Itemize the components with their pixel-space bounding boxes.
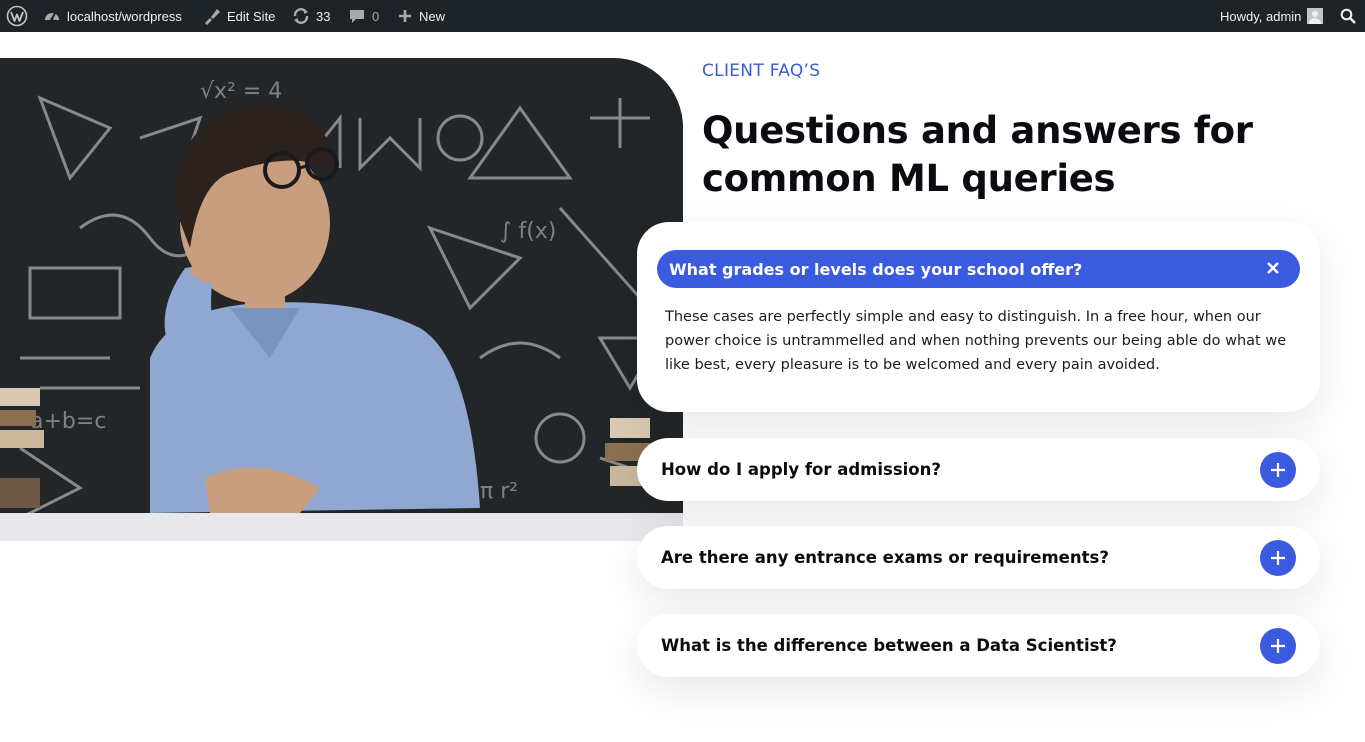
updates-count: 33: [316, 8, 331, 24]
faq-question-active[interactable]: What grades or levels does your school o…: [657, 250, 1300, 288]
svg-text:√x² = 4: √x² = 4: [200, 79, 282, 104]
howdy-label: Howdy, admin: [1220, 8, 1302, 24]
site-name-link[interactable]: localhost/wordpress: [43, 0, 182, 32]
new-label: New: [419, 8, 446, 24]
expand-button[interactable]: [1260, 539, 1296, 576]
updates-link[interactable]: 33: [292, 0, 330, 32]
comments-link[interactable]: 0: [348, 0, 379, 32]
svg-text:π r²: π r²: [480, 479, 518, 504]
plus-icon: [397, 8, 413, 24]
faq-item[interactable]: How do I apply for admission?: [637, 438, 1320, 501]
expand-button[interactable]: [1260, 627, 1296, 664]
my-account-link[interactable]: Howdy, admin: [1220, 0, 1324, 32]
faq-question-text: What grades or levels does your school o…: [669, 259, 1083, 279]
comment-icon: [348, 7, 366, 25]
faq-item-open: What grades or levels does your school o…: [637, 222, 1320, 412]
edit-site-link[interactable]: Edit Site: [203, 0, 275, 32]
plus-icon: [1271, 550, 1285, 565]
admin-bar: localhost/wordpress Edit Site 33 0 New H…: [0, 0, 1365, 32]
avatar: [1307, 8, 1324, 24]
wordpress-menu[interactable]: [6, 0, 28, 32]
updates-icon: [292, 7, 310, 25]
expand-button[interactable]: [1260, 451, 1296, 488]
section-title: Questions and answers for common ML quer…: [702, 109, 1253, 200]
plus-icon: [1271, 638, 1285, 653]
faq-question-text: How do I apply for admission?: [661, 460, 941, 479]
close-icon[interactable]: [1266, 260, 1280, 279]
faq-question-text: Are there any entrance exams or requirem…: [661, 548, 1109, 567]
wordpress-logo-icon: [6, 5, 28, 27]
faq-answer: These cases are perfectly simple and eas…: [665, 309, 1287, 373]
search-button[interactable]: [1340, 0, 1357, 32]
faq-item[interactable]: Are there any entrance exams or requirem…: [637, 526, 1320, 589]
brush-icon: [203, 7, 221, 25]
edit-site-label: Edit Site: [227, 8, 276, 24]
faq-item[interactable]: What is the difference between a Data Sc…: [637, 614, 1320, 677]
svg-text:∫ f(x): ∫ f(x): [500, 219, 556, 244]
faq-question-text: What is the difference between a Data Sc…: [661, 636, 1117, 655]
dashboard-icon: [43, 7, 61, 25]
search-icon: [1340, 8, 1357, 25]
site-name: localhost/wordpress: [67, 8, 182, 24]
section-eyebrow: CLIENT FAQ’S: [702, 61, 821, 81]
new-content-link[interactable]: New: [397, 0, 445, 32]
plus-icon: [1271, 462, 1285, 477]
comments-count: 0: [372, 8, 380, 24]
hero-image: √x² = 4 ∫ f(x) a+b=c π r²: [0, 58, 683, 541]
